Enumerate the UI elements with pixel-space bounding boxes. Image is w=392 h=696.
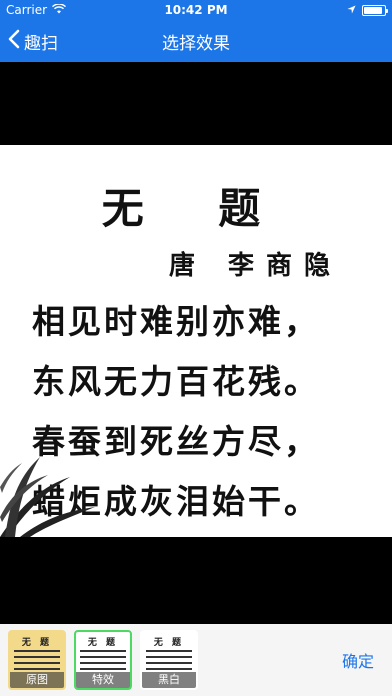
effect-bw-thumbnail[interactable]: 无 题 黑白 <box>140 630 198 690</box>
thumbnail-title: 无 题 <box>87 638 119 648</box>
wifi-icon <box>52 3 67 17</box>
back-button[interactable]: 趣扫 <box>0 29 58 54</box>
poem-line: 相见时难别亦难， <box>32 302 320 341</box>
thumbnail-text-line <box>14 650 60 652</box>
navigation-bar: 趣扫 选择效果 <box>0 20 392 62</box>
location-icon <box>347 3 356 17</box>
thumbnail-text-line <box>80 650 126 652</box>
effect-preview-image: 无 题 唐 李商隐 相见时难别亦难， 东风无力百花残。 春蚕到死丝方尽， 蜡炬成… <box>0 145 392 537</box>
thumbnail-text-line <box>80 656 126 658</box>
thumbnail-text-line <box>146 656 192 658</box>
carrier-label: Carrier <box>6 3 48 17</box>
page-title: 选择效果 <box>162 33 230 54</box>
thumbnail-text-line <box>14 656 60 658</box>
chevron-left-icon <box>8 29 24 54</box>
thumbnail-text-line <box>146 668 192 670</box>
thumbnail-text-line <box>80 662 126 664</box>
thumbnail-title: 无 题 <box>21 638 53 648</box>
thumbnail-title: 无 题 <box>153 638 185 648</box>
thumbnail-text-line <box>80 668 126 670</box>
effect-label: 黑白 <box>142 672 196 688</box>
thumbnail-text-line <box>146 662 192 664</box>
effect-original-thumbnail[interactable]: 无 题 原图 <box>8 630 66 690</box>
grass-ink-painting <box>0 457 95 537</box>
poem-title: 无 题 <box>101 184 291 233</box>
effect-label: 原图 <box>10 672 64 688</box>
poem-author: 唐 李商隐 <box>168 251 342 281</box>
status-bar: Carrier 10:42 PM <box>0 0 392 20</box>
poem-line: 东风无力百花残。 <box>32 362 320 401</box>
effects-toolbar: 无 题 原图 无 题 特效 无 题 黑白 确定 <box>0 624 392 696</box>
thumbnail-text-line <box>14 668 60 670</box>
effect-label: 特效 <box>76 672 130 688</box>
thumbnail-text-line <box>146 650 192 652</box>
back-label: 趣扫 <box>24 33 58 54</box>
battery-icon <box>362 4 388 16</box>
effect-special-thumbnail[interactable]: 无 题 特效 <box>74 630 132 690</box>
thumbnail-text-line <box>14 662 60 664</box>
confirm-button[interactable]: 确定 <box>342 648 374 672</box>
